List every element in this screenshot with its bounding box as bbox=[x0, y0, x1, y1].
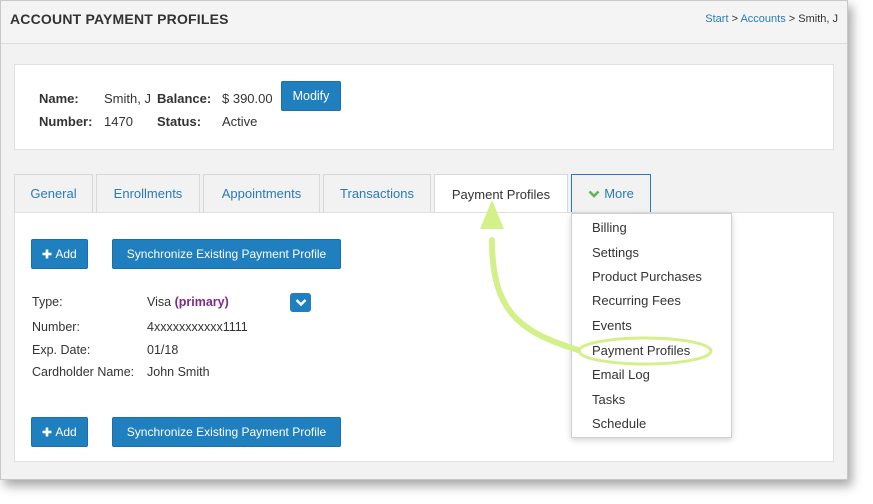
page-header: ACCOUNT PAYMENT PROFILES Start > Account… bbox=[1, 1, 847, 44]
tab-payment-profiles[interactable]: Payment Profiles bbox=[434, 174, 568, 213]
plus-icon bbox=[42, 249, 52, 259]
tab-label: Appointments bbox=[221, 186, 302, 201]
status-label: Status: bbox=[157, 114, 202, 129]
menu-item-events[interactable]: Events bbox=[592, 318, 632, 333]
card-type: Visa bbox=[147, 295, 172, 309]
menu-item-billing[interactable]: Billing bbox=[592, 220, 627, 235]
page-title: ACCOUNT PAYMENT PROFILES bbox=[10, 11, 229, 27]
add-button[interactable]: Add bbox=[31, 239, 88, 269]
breadcrumb-start[interactable]: Start bbox=[705, 13, 728, 25]
synchronize-profile-button[interactable]: Synchronize Existing Payment Profile bbox=[112, 239, 341, 269]
exp-date-label: Exp. Date: bbox=[32, 343, 91, 357]
balance-label: Balance: bbox=[157, 91, 212, 106]
menu-item-tasks[interactable]: Tasks bbox=[592, 392, 625, 407]
plus-icon bbox=[42, 427, 52, 437]
add-button-label: Add bbox=[55, 247, 77, 261]
primary-badge: (primary) bbox=[174, 295, 229, 309]
chevron-down-icon bbox=[588, 190, 600, 198]
chevron-down-icon bbox=[295, 299, 306, 307]
tab-label: Transactions bbox=[340, 186, 414, 201]
breadcrumb-separator: > bbox=[788, 13, 796, 25]
menu-item-recurring-fees[interactable]: Recurring Fees bbox=[592, 293, 681, 308]
tab-enrollments[interactable]: Enrollments bbox=[96, 174, 200, 212]
exp-date-value: 01/18 bbox=[147, 343, 179, 357]
tab-label: More bbox=[604, 186, 634, 201]
tab-general[interactable]: General bbox=[14, 174, 93, 212]
menu-item-schedule[interactable]: Schedule bbox=[592, 416, 646, 431]
profile-options-button[interactable] bbox=[290, 293, 311, 312]
menu-item-product-purchases[interactable]: Product Purchases bbox=[592, 269, 702, 284]
breadcrumb-current: Smith, J bbox=[798, 13, 838, 25]
tab-transactions[interactable]: Transactions bbox=[323, 174, 431, 212]
name-value: Smith, J bbox=[104, 91, 151, 106]
account-summary-panel: Name: Smith, J Balance: $ 390.00 Modify … bbox=[14, 64, 834, 150]
breadcrumb-separator: > bbox=[731, 13, 738, 25]
tab-label: Enrollments bbox=[113, 186, 183, 201]
tab-label: General bbox=[30, 186, 77, 201]
modify-button[interactable]: Modify bbox=[281, 81, 341, 111]
cardholder-value: John Smith bbox=[147, 365, 210, 379]
tab-appointments[interactable]: Appointments bbox=[203, 174, 320, 212]
menu-item-payment-profiles[interactable]: Payment Profiles bbox=[592, 343, 690, 358]
tab-label: Payment Profiles bbox=[451, 186, 551, 202]
menu-item-email-log[interactable]: Email Log bbox=[592, 367, 650, 382]
name-label: Name: bbox=[39, 91, 79, 106]
menu-item-settings[interactable]: Settings bbox=[592, 245, 639, 260]
type-value: Visa (primary) bbox=[147, 295, 229, 309]
cardholder-label: Cardholder Name: bbox=[32, 365, 135, 379]
breadcrumb: Start > Accounts > Smith, J bbox=[705, 13, 838, 25]
account-tabs: General Enrollments Appointments Transac… bbox=[14, 174, 834, 213]
card-number-label: Number: bbox=[32, 320, 80, 334]
more-dropdown-menu: Billing Settings Product Purchases Recur… bbox=[571, 213, 732, 438]
balance-value: $ 390.00 bbox=[222, 91, 273, 106]
number-value: 1470 bbox=[104, 114, 133, 129]
status-value: Active bbox=[222, 114, 258, 129]
number-label: Number: bbox=[39, 114, 93, 129]
tab-more[interactable]: More bbox=[571, 174, 651, 212]
breadcrumb-accounts[interactable]: Accounts bbox=[740, 13, 785, 25]
add-button-label: Add bbox=[55, 425, 77, 439]
synchronize-profile-button[interactable]: Synchronize Existing Payment Profile bbox=[112, 417, 341, 447]
type-label: Type: bbox=[32, 295, 63, 309]
add-button[interactable]: Add bbox=[31, 417, 88, 447]
card-number-value: 4xxxxxxxxxxx1111 bbox=[147, 320, 248, 334]
